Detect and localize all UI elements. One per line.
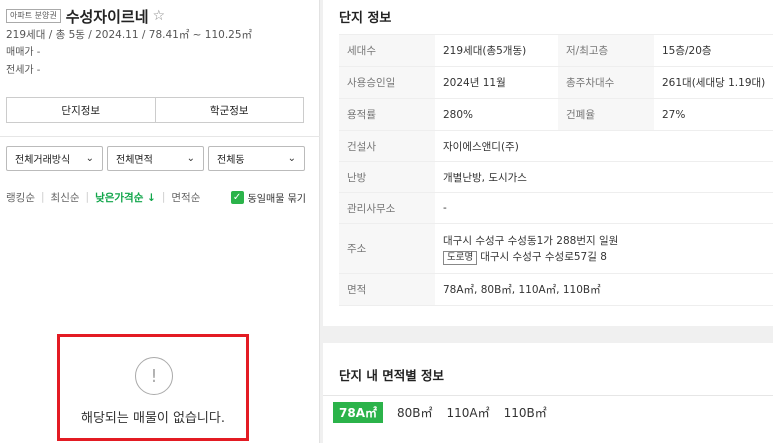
complex-info-panel: 단지 정보 세대수 219세대(총5개동) 저/최고층 15층/20층 사용승인… <box>323 0 773 326</box>
info-value: 78A㎡, 80B㎡, 110A㎡, 110B㎡ <box>443 284 601 296</box>
complex-header: 아파트 분양권 수성자이르네 ☆ 219세대 / 총 5동 / 2024.11 … <box>0 0 319 80</box>
info-value: 261대(세대당 1.19대) <box>662 77 766 89</box>
complex-name: 수성자이르네 <box>65 7 149 26</box>
complex-summary: 219세대 / 총 5동 / 2024.11 / 78.41㎡ ~ 110.25… <box>6 29 253 41</box>
area-tab-110b[interactable]: 110B㎡ <box>504 402 547 423</box>
filter-label: 전체거래방식 <box>15 155 71 166</box>
area-tabs: 78A㎡ 80B㎡ 110A㎡ 110B㎡ <box>333 402 547 423</box>
table-row: 건설사 자이에스앤디(주) <box>339 130 773 161</box>
area-tab-110a[interactable]: 110A㎡ <box>447 402 490 423</box>
info-label: 세대수 <box>339 35 435 66</box>
filter-area[interactable]: 전체면적 ⌄ <box>107 146 204 171</box>
info-value: 280% <box>443 108 474 121</box>
sort-separator: | <box>85 191 90 203</box>
type-badge: 아파트 분양권 <box>6 9 61 23</box>
sort-ranking[interactable]: 랭킹순 <box>6 190 35 205</box>
chevron-down-icon: ⌄ <box>85 153 94 164</box>
sort-separator: | <box>161 191 166 203</box>
info-table: 세대수 219세대(총5개동) 저/최고층 15층/20층 사용승인일 2024… <box>339 34 773 306</box>
address-road: 대구시 수성구 수성로57길 8 <box>480 250 607 263</box>
filter-trade-type[interactable]: 전체거래방식 ⌄ <box>6 146 103 171</box>
chevron-down-icon: ⌄ <box>186 153 195 164</box>
table-row: 관리사무소 - <box>339 192 773 223</box>
filter-label: 전체동 <box>217 155 245 166</box>
tab-complex-info[interactable]: 단지정보 <box>7 98 155 122</box>
info-label: 주소 <box>339 224 435 273</box>
area-tab-78a[interactable]: 78A㎡ <box>333 402 383 423</box>
exclamation-icon: ! <box>135 357 173 395</box>
info-label: 건설사 <box>339 131 435 161</box>
info-value: 자이에스앤디(주) <box>443 140 519 153</box>
sort-area[interactable]: 면적순 <box>171 190 200 205</box>
info-label: 총주차대수 <box>558 67 654 98</box>
address-jibun: 대구시 수성구 수성동1가 288번지 일원 <box>443 234 619 247</box>
filter-label: 전체면적 <box>116 155 153 166</box>
section-title: 단지 정보 <box>339 11 392 26</box>
area-info-panel: 단지 내 면적별 정보 78A㎡ 80B㎡ 110A㎡ 110B㎡ <box>323 343 773 443</box>
divider <box>0 136 320 137</box>
table-row: 주소 대구시 수성구 수성동1가 288번지 일원 도로명 대구시 수성구 수성로… <box>339 223 773 273</box>
info-value: 219세대(총5개동) <box>443 45 527 57</box>
info-label: 용적률 <box>339 99 435 130</box>
jeonse-price: 전세가 - <box>6 65 41 76</box>
info-tabs: 단지정보 학군정보 <box>6 97 304 123</box>
table-row: 사용승인일 2024년 11월 총주차대수 261대(세대당 1.19대) <box>339 66 773 98</box>
info-label: 저/최고층 <box>558 35 654 66</box>
info-label: 사용승인일 <box>339 67 435 98</box>
favorite-star-icon[interactable]: ☆ <box>153 8 166 24</box>
sort-low-price[interactable]: 낮은가격순 ↓ <box>95 190 156 205</box>
group-duplicates-label[interactable]: 동일매물 묶기 <box>248 190 306 205</box>
road-name-tag: 도로명 <box>443 250 478 265</box>
info-label: 관리사무소 <box>339 193 435 223</box>
sale-price: 매매가 - <box>6 47 41 58</box>
section-title: 단지 내 면적별 정보 <box>339 368 445 383</box>
info-value: - <box>443 202 447 214</box>
filter-building[interactable]: 전체동 ⌄ <box>208 146 305 171</box>
sort-bar: 랭킹순 | 최신순 | 낮은가격순 ↓ | 면적순 ✓ 동일매물 묶기 <box>6 188 306 206</box>
tab-school-info[interactable]: 학군정보 <box>154 98 303 122</box>
info-value: 개별난방, 도시가스 <box>443 171 527 184</box>
address-road-line: 도로명 대구시 수성구 수성로57길 8 <box>443 249 618 265</box>
info-label: 건폐율 <box>558 99 654 130</box>
sort-latest[interactable]: 최신순 <box>51 190 80 205</box>
filter-bar: 전체거래방식 ⌄ 전체면적 ⌄ 전체동 ⌄ <box>6 146 305 171</box>
empty-message: 해당되는 매물이 없습니다. <box>81 411 225 426</box>
left-panel: 아파트 분양권 수성자이르네 ☆ 219세대 / 총 5동 / 2024.11 … <box>0 0 320 443</box>
table-row: 난방 개별난방, 도시가스 <box>339 161 773 192</box>
title-row: 아파트 분양권 수성자이르네 ☆ <box>6 6 311 26</box>
table-row: 용적률 280% 건폐율 27% <box>339 98 773 130</box>
info-value: 2024년 11월 <box>443 77 506 89</box>
info-label: 면적 <box>339 274 435 305</box>
info-value: 27% <box>662 108 686 121</box>
info-label: 난방 <box>339 162 435 192</box>
table-row: 면적 78A㎡, 80B㎡, 110A㎡, 110B㎡ <box>339 273 773 306</box>
group-duplicates-checkbox[interactable]: ✓ <box>230 190 244 204</box>
divider <box>323 395 773 396</box>
sort-separator: | <box>40 191 45 203</box>
chevron-down-icon: ⌄ <box>287 153 296 164</box>
info-value: 15층/20층 <box>662 45 712 57</box>
table-row: 세대수 219세대(총5개동) 저/최고층 15층/20층 <box>339 34 773 66</box>
address-block: 대구시 수성구 수성동1가 288번지 일원 도로명 대구시 수성구 수성로57길… <box>435 233 618 265</box>
empty-state: ! 해당되는 매물이 없습니다. <box>57 334 249 441</box>
area-tab-80b[interactable]: 80B㎡ <box>397 402 433 423</box>
